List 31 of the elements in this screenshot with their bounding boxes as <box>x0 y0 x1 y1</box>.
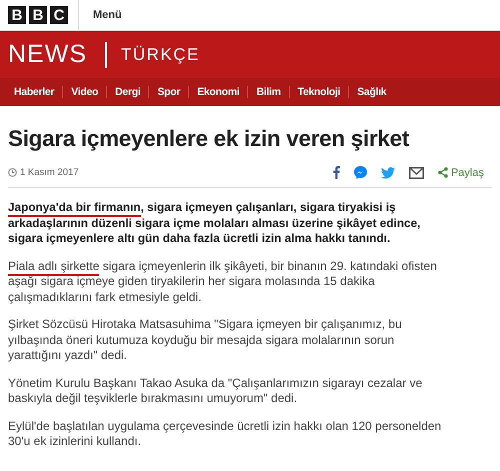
menu-link[interactable]: Menü <box>93 9 122 21</box>
body-paragraph: Yönetim Kurulu Başkanı Takao Asuka da "Çalışanlarımızın sigarayı cezalar ve baskıyla değil teşviklerle bırakmasını umuyorum" dedi. <box>8 376 424 406</box>
share-icon <box>438 167 448 178</box>
brand-name: NEWS <box>8 40 87 69</box>
logo-letter: B <box>8 6 26 24</box>
body-paragraph: Şirket Sözcüsü Hirotaka Matsasuhima "Sigara içmeyen bir çalışanımız, bu yılbaşında öneri kutumuza koyduğu bir mesajda sigara molalarının sorun yarattığını yazdı" dedi. <box>8 317 403 364</box>
body-paragraph: Piala adlı şirkette sigara içmeyenlerin ilk şikâyeti, bir binanın 29. katındaki ofisten aşağı sigara içmeye giden tiryakilerin her sigara molasında 15 dakika çalışmadıklarını fark etmesiyle geldi. <box>8 258 438 305</box>
share-button[interactable] <box>332 166 340 179</box>
lead-paragraph: Japonya'da bir firmanın, sigara içmeyen çalışanları, sigara tiryakisi iş arkadaşlarının düzenli sigara içme molaları alması üzerine şikâyet edince, sigara içmeyenlere altı gün daha fazla ücretli izin alma hakkı tanındı. <box>8 200 422 246</box>
nav-link[interactable]: Video <box>62 86 106 98</box>
nav-link[interactable]: Ekonomi <box>188 86 248 98</box>
edition-name: TÜRKÇE <box>121 44 200 64</box>
share-button[interactable]: Paylaş <box>438 166 484 178</box>
nav-link[interactable]: Dergi <box>106 86 148 98</box>
body-paragraph: Eylül'de başlatılan uygulama çerçevesinde ücretli izin hakkı olan 120 personelden 30'u ek izinlerini kullandı. <box>8 418 442 450</box>
nav-link[interactable]: Spor <box>148 86 188 98</box>
messenger-icon <box>354 166 367 179</box>
headline: Sigara içmeyenlere ek izin veren şirket <box>8 126 410 152</box>
envelope-icon <box>408 166 424 178</box>
share-button[interactable] <box>408 166 424 178</box>
bird-icon <box>380 166 395 178</box>
clock-icon <box>8 168 17 177</box>
nav-link[interactable]: Teknoloji <box>288 86 348 98</box>
share-button[interactable] <box>354 166 367 179</box>
publish-date: 1 Kasım 2017 <box>20 167 79 178</box>
facebook-icon <box>332 166 340 179</box>
nav-link[interactable]: Haberler <box>6 86 62 98</box>
nav-link[interactable]: Bilim <box>247 86 289 98</box>
nav-link[interactable]: Sağlık <box>348 86 394 98</box>
logo-letter: C <box>50 6 68 24</box>
logo-letter: B <box>29 6 47 24</box>
